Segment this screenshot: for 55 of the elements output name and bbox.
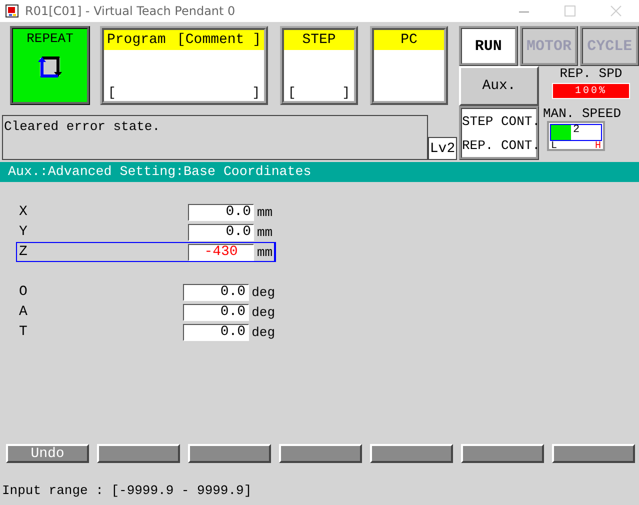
input-field[interactable]: 0.0 bbox=[182, 284, 249, 300]
bracket: [ bbox=[288, 85, 296, 100]
rep-speed-reading: 100% bbox=[574, 86, 607, 96]
message-text: Cleared error state. bbox=[2, 115, 428, 160]
field-label: Z bbox=[18, 244, 28, 260]
unit-label: mm bbox=[257, 224, 273, 240]
program-heading: Program bbox=[107, 32, 166, 48]
man-speed-label: MAN. SPEED bbox=[543, 106, 622, 121]
input-field[interactable]: 0.0 bbox=[188, 224, 254, 240]
mode-label: REPEAT bbox=[26, 31, 74, 46]
level-badge: Lv2 bbox=[428, 137, 457, 160]
aux-button[interactable]: Aux. bbox=[459, 66, 539, 106]
high-label: H bbox=[594, 141, 601, 152]
breadcrumb-text: Aux.:Advanced Setting:Base Coordinates bbox=[8, 164, 312, 179]
bracket: ] bbox=[252, 85, 260, 100]
status-button[interactable]: RUN bbox=[459, 26, 518, 66]
step-heading: STEP bbox=[302, 32, 336, 48]
field-label: X bbox=[18, 204, 28, 220]
rep-cont-label: REP. CONT. bbox=[462, 138, 536, 152]
field-row[interactable]: T 0.0 deg bbox=[16, 322, 276, 342]
function-key[interactable] bbox=[552, 444, 635, 463]
field-row[interactable]: A 0.0 deg bbox=[16, 302, 276, 322]
window-title: R01[C01] - Virtual Teach Pendant 0 bbox=[25, 4, 236, 18]
unit-label: mm bbox=[257, 244, 273, 260]
function-key[interactable] bbox=[188, 444, 271, 463]
unit-label: mm bbox=[257, 204, 273, 220]
input-field[interactable]: 0.0 bbox=[188, 204, 254, 220]
bracket: [ bbox=[108, 85, 116, 100]
bracket: ] bbox=[342, 85, 350, 100]
function-key[interactable] bbox=[461, 444, 544, 463]
field-row[interactable]: Y 0.0 mm bbox=[16, 222, 276, 242]
function-key[interactable] bbox=[279, 444, 362, 463]
low-label: L bbox=[551, 141, 558, 152]
field-row[interactable]: Z -430 mm bbox=[16, 242, 276, 262]
field-label: T bbox=[18, 324, 28, 340]
function-key[interactable] bbox=[97, 444, 180, 463]
field-label: Y bbox=[18, 224, 28, 240]
unit-label: deg bbox=[252, 304, 275, 320]
step-cont-label: STEP CONT. bbox=[462, 114, 536, 128]
input-field[interactable]: 0.0 bbox=[182, 304, 249, 320]
rep-speed-label: REP. SPD bbox=[560, 66, 622, 81]
unit-label: deg bbox=[252, 324, 275, 340]
status-text: Input range : [-9999.9 - 9999.9] bbox=[1, 482, 253, 498]
field-label: O bbox=[18, 284, 28, 300]
function-key[interactable] bbox=[370, 444, 453, 463]
pc-heading: PC bbox=[400, 32, 418, 48]
comment-heading: [Comment ] bbox=[176, 32, 261, 48]
field-row[interactable]: O 0.0 deg bbox=[16, 282, 276, 302]
unit-label: deg bbox=[252, 284, 275, 300]
field-label: A bbox=[18, 304, 28, 320]
man-speed-reading: 2 bbox=[573, 124, 580, 136]
app-icon bbox=[5, 4, 19, 18]
field-row[interactable]: X 0.0 mm bbox=[16, 202, 276, 222]
input-field[interactable]: -430 bbox=[188, 244, 254, 260]
input-field[interactable]: 0.0 bbox=[182, 324, 249, 340]
